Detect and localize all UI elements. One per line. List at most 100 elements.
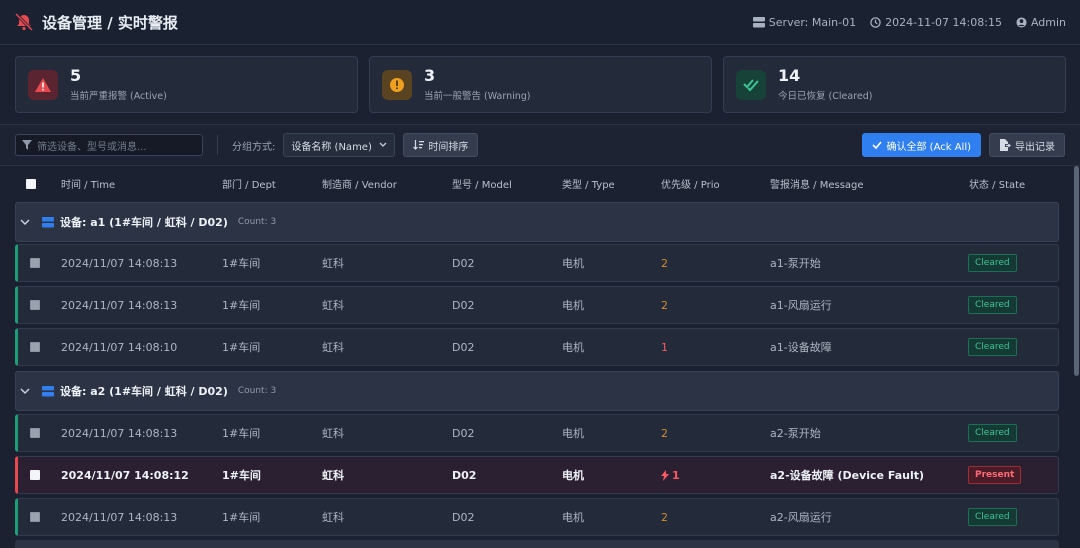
status-badge: Present [968, 466, 1022, 484]
server-icon [42, 385, 54, 396]
cell-vendor: 虹科 [322, 257, 344, 270]
sort-time-button[interactable]: 时间排序 [403, 133, 479, 157]
filter-placeholder: 筛选设备、型号或消息... [37, 141, 147, 153]
page-title: 设备管理 / 实时警报 [42, 13, 178, 32]
group-by-select[interactable]: 设备名称 (Name) [283, 133, 396, 157]
cell-priority: 2 [661, 256, 668, 270]
sort-icon [413, 140, 425, 150]
server-name: Server: Main-01 [768, 15, 857, 29]
ack-all-button[interactable]: 确认全部 (Ack All) [862, 133, 981, 157]
cell-vendor: 虹科 [322, 511, 344, 524]
check-icon [872, 141, 883, 149]
server-icon [42, 216, 54, 227]
current-datetime: 2024-11-07 14:08:15 [885, 15, 1002, 29]
column-header[interactable]: 型号 / Model [452, 166, 512, 201]
table-scrollbar[interactable] [1073, 166, 1080, 548]
export-button[interactable]: 导出记录 [989, 133, 1065, 157]
row-checkbox[interactable] [30, 457, 40, 493]
warning-triangle-icon [28, 69, 58, 100]
scrollbar-thumb[interactable] [1074, 166, 1079, 376]
toolbar: 筛选设备、型号或消息... 分组方式: 设备名称 (Name) 时间排序 确认全… [0, 124, 1080, 166]
cell-type: 电机 [562, 427, 584, 440]
chevron-down-icon [20, 218, 30, 225]
cell-time: 2024/11/07 14:08:12 [61, 468, 189, 482]
cell-type: 电机 [562, 341, 584, 354]
table-header: 时间 / Time 部门 / Dept 制造商 / Vendor 型号 / Mo… [15, 166, 1059, 201]
file-export-icon [1000, 139, 1011, 151]
user-icon [1016, 16, 1027, 28]
device-group-name: 设备: a1 (1#车间 / 虹科 / D02) [60, 216, 228, 229]
stat-cleared-value: 14 [778, 66, 801, 85]
cell-vendor: 虹科 [322, 427, 344, 440]
cell-message: a1-泵开始 [770, 257, 821, 270]
cell-type: 电机 [562, 299, 584, 312]
table-row[interactable]: 2024/11/07 14:08:10 1#车间 虹科 D02 电机 1 a1-… [15, 328, 1059, 366]
device-group-header[interactable]: 设备: a1 (1#车间 / 虹科 / D02) Count: 3 [15, 202, 1059, 242]
user-name: Admin [1030, 15, 1066, 29]
row-checkbox[interactable] [30, 287, 40, 323]
table-row[interactable]: 2024/11/07 14:08:12 1#车间 虹科 D02 电机 1 a2-… [15, 456, 1059, 494]
group-by-label: 分组方式: [232, 141, 276, 153]
cell-time: 2024/11/07 14:08:10 [61, 340, 178, 354]
stat-warning: 3 当前一般警告 (Warning) [369, 56, 712, 113]
device-group-count: Count: 3 [237, 386, 277, 396]
cell-dept: 1#车间 [222, 299, 261, 312]
cell-dept: 1#车间 [222, 469, 261, 482]
cell-priority: 2 [661, 426, 668, 440]
chevron-down-icon [379, 142, 387, 147]
server-icon [752, 16, 765, 27]
stat-critical-value: 5 [70, 66, 82, 85]
cell-priority: 1 [661, 340, 668, 354]
row-checkbox[interactable] [30, 499, 40, 535]
table-row[interactable]: 2024/11/07 14:08:13 1#车间 虹科 D02 电机 2 a2-… [15, 414, 1059, 452]
column-header[interactable]: 警报消息 / Message [770, 166, 864, 201]
next-group-header[interactable] [15, 540, 1059, 548]
column-header[interactable]: 状态 / State [969, 166, 1025, 201]
export-label: 导出记录 [1015, 141, 1055, 153]
column-header[interactable]: 优先级 / Prio [661, 166, 720, 201]
stat-warning-value: 3 [424, 66, 436, 85]
alarm-off-icon [14, 13, 34, 31]
device-group-header[interactable]: 设备: a2 (1#车间 / 虹科 / D02) Count: 3 [15, 371, 1059, 411]
table-row[interactable]: 2024/11/07 14:08:13 1#车间 虹科 D02 电机 2 a1-… [15, 244, 1059, 282]
stat-cleared: 14 今日已恢复 (Cleared) [723, 56, 1066, 113]
cell-dept: 1#车间 [222, 511, 261, 524]
table-row[interactable]: 2024/11/07 14:08:13 1#车间 虹科 D02 电机 2 a2-… [15, 498, 1059, 536]
stat-cleared-label: 今日已恢复 (Cleared) [778, 91, 873, 102]
row-checkbox[interactable] [30, 245, 40, 281]
cell-time: 2024/11/07 14:08:13 [61, 426, 178, 440]
column-header[interactable]: 时间 / Time [61, 166, 115, 201]
stat-warning-label: 当前一般警告 (Warning) [424, 91, 531, 102]
cell-priority: 2 [661, 298, 668, 312]
status-badge: Cleared [968, 254, 1017, 272]
cell-dept: 1#车间 [222, 427, 261, 440]
stat-critical: 5 当前严重报警 (Active) [15, 56, 358, 113]
cell-model: D02 [452, 340, 475, 354]
double-check-icon [736, 69, 766, 100]
group-by-value: 设备名称 (Name) [291, 141, 372, 153]
column-header[interactable]: 制造商 / Vendor [322, 166, 397, 201]
cell-message: a1-设备故障 [770, 341, 832, 354]
status-badge: Cleared [968, 508, 1017, 526]
status-badge: Cleared [968, 424, 1017, 442]
row-checkbox[interactable] [30, 415, 40, 451]
cell-vendor: 虹科 [322, 341, 344, 354]
cell-vendor: 虹科 [322, 469, 344, 482]
user-menu[interactable]: Admin [1016, 16, 1066, 29]
cell-message: a2-风扇运行 [770, 511, 832, 524]
filter-input[interactable]: 筛选设备、型号或消息... [15, 134, 203, 156]
cell-message: a1-风扇运行 [770, 299, 832, 312]
cell-message: a2-泵开始 [770, 427, 821, 440]
chevron-down-icon [20, 387, 30, 394]
select-all-checkbox[interactable] [26, 166, 36, 201]
clock-icon [870, 16, 881, 28]
cell-model: D02 [452, 256, 475, 270]
table-row[interactable]: 2024/11/07 14:08:13 1#车间 虹科 D02 电机 2 a1-… [15, 286, 1059, 324]
column-header[interactable]: 类型 / Type [562, 166, 615, 201]
cell-model: D02 [452, 298, 475, 312]
column-header[interactable]: 部门 / Dept [222, 166, 276, 201]
sort-time-label: 时间排序 [428, 141, 469, 153]
row-checkbox[interactable] [30, 329, 40, 365]
cell-time: 2024/11/07 14:08:13 [61, 298, 178, 312]
stat-critical-label: 当前严重报警 (Active) [70, 91, 167, 102]
